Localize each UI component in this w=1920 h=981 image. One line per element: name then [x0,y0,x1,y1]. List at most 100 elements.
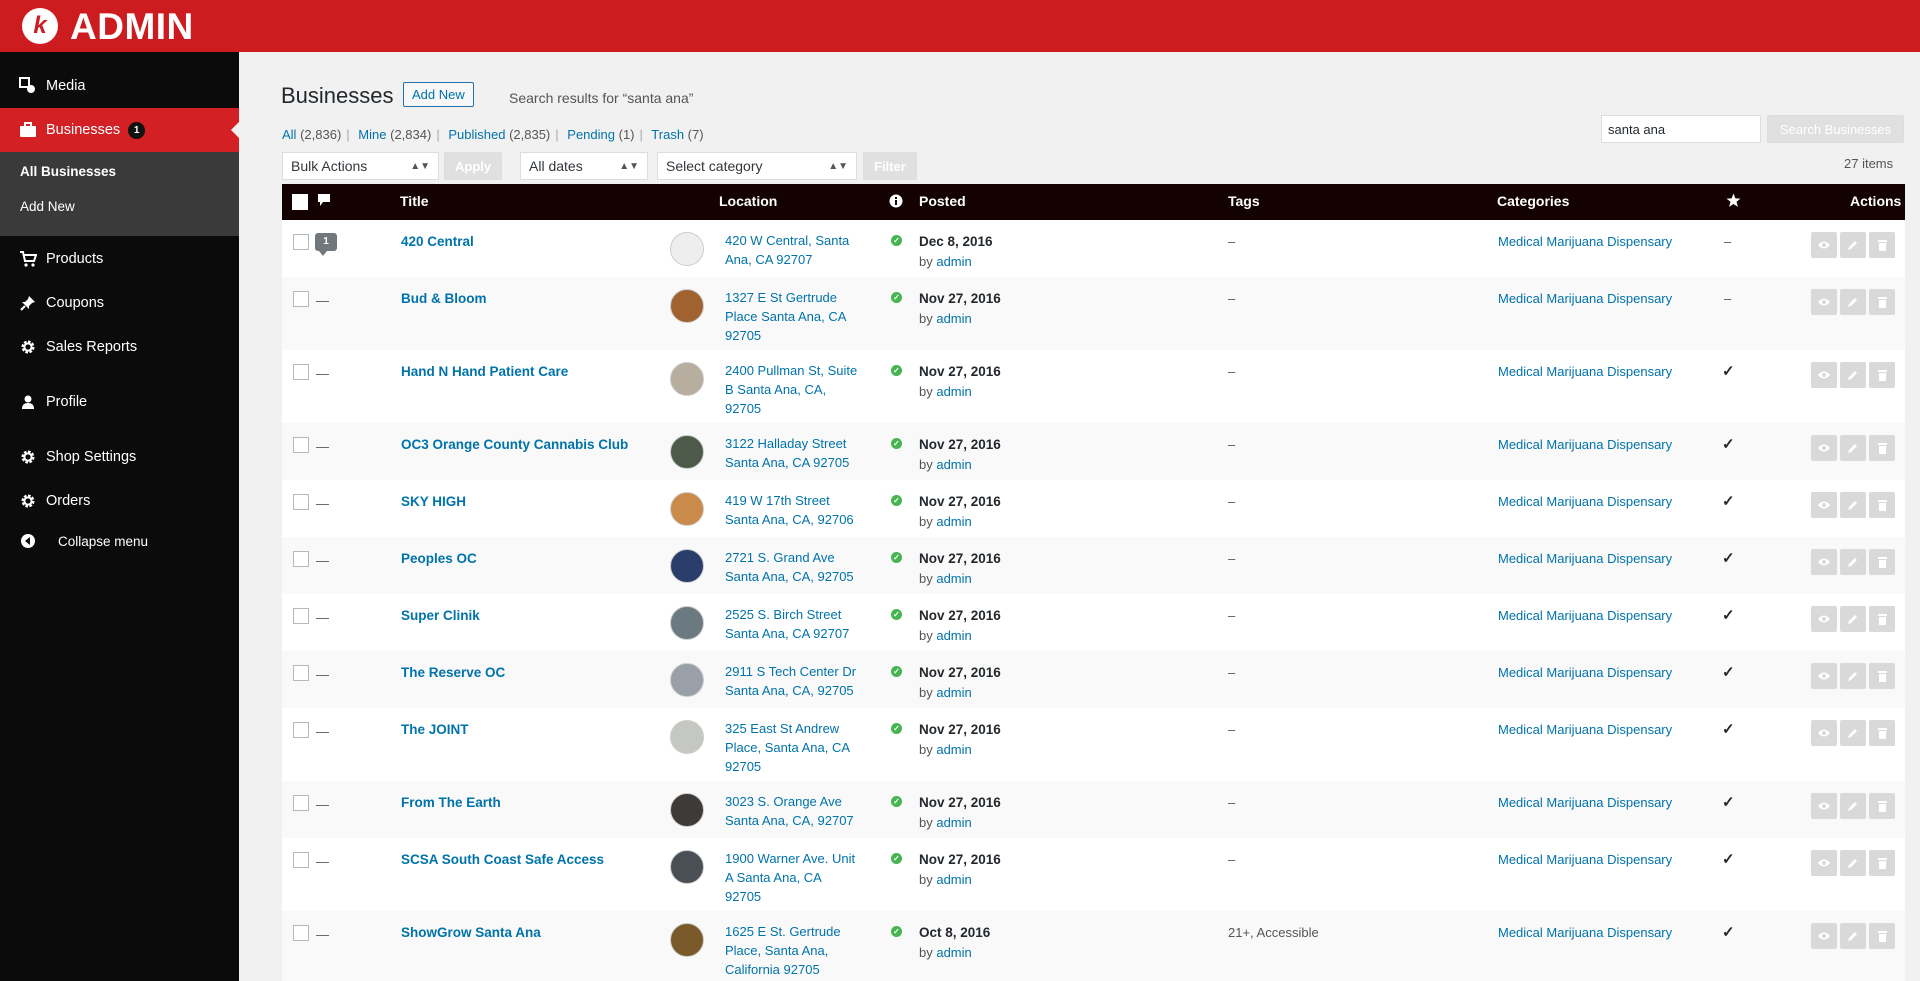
view-trash-link[interactable]: Trash (7) [651,127,703,142]
sidebar-item-products[interactable]: Products [0,237,239,281]
table-row[interactable]: 1 420 Central 420 W Central, Santa Ana, CA … [282,220,1905,277]
category-link[interactable]: Medical Marijuana Dispensary [1498,551,1672,566]
view-eye-icon[interactable] [1811,492,1837,518]
category-link[interactable]: Medical Marijuana Dispensary [1498,234,1672,249]
filter-button[interactable]: Filter [863,152,917,180]
table-row[interactable]: — The Reserve OC 2911 S Tech Center Dr Sant… [282,651,1905,708]
author-link[interactable]: admin [936,742,971,757]
featured-dash[interactable]: – [1724,291,1731,306]
location-link[interactable]: 1625 E St. Gertrude Place, Santa Ana, Cali… [725,922,841,979]
category-link[interactable]: Medical Marijuana Dispensary [1498,925,1672,940]
delete-trash-icon[interactable] [1869,720,1895,746]
delete-trash-icon[interactable] [1869,923,1895,949]
delete-trash-icon[interactable] [1869,232,1895,258]
featured-check-icon[interactable]: ✓ [1722,362,1735,380]
author-link[interactable]: admin [936,514,971,529]
view-eye-icon[interactable] [1811,720,1837,746]
submenu-all-businesses[interactable]: All Businesses [20,164,116,179]
column-location[interactable]: Location [719,193,777,209]
row-checkbox[interactable] [293,494,309,510]
location-link[interactable]: 419 W 17th Street Santa Ana, CA, 92706 [725,491,854,529]
business-title-link[interactable]: Bud & Bloom [401,291,487,306]
table-row[interactable]: — Bud & Bloom 1327 E St Gertrude Place Sant… [282,277,1905,350]
table-row[interactable]: — From The Earth 3023 S. Orange Ave Santa A… [282,781,1905,838]
featured-check-icon[interactable]: ✓ [1722,606,1735,624]
edit-pencil-icon[interactable] [1840,435,1866,461]
view-mine-link[interactable]: Mine (2,834) [358,127,431,142]
delete-trash-icon[interactable] [1869,549,1895,575]
view-all-link[interactable]: All (2,836) [282,127,341,142]
author-link[interactable]: admin [936,628,971,643]
row-checkbox[interactable] [293,234,309,250]
delete-trash-icon[interactable] [1869,492,1895,518]
category-link[interactable]: Medical Marijuana Dispensary [1498,608,1672,623]
sidebar-item-profile[interactable]: Profile [0,380,239,424]
view-published-link[interactable]: Published (2,835) [448,127,550,142]
view-pending-link[interactable]: Pending (1) [567,127,634,142]
row-checkbox[interactable] [293,925,309,941]
table-row[interactable]: — Hand N Hand Patient Care 2400 Pullman St… [282,350,1905,423]
category-link[interactable]: Medical Marijuana Dispensary [1498,494,1672,509]
business-title-link[interactable]: The JOINT [401,722,469,737]
business-title-link[interactable]: Super Clinik [401,608,480,623]
featured-check-icon[interactable]: ✓ [1722,492,1735,510]
column-posted[interactable]: Posted [919,193,966,209]
author-link[interactable]: admin [936,872,971,887]
category-link[interactable]: Medical Marijuana Dispensary [1498,795,1672,810]
business-title-link[interactable]: Peoples OC [401,551,477,566]
featured-check-icon[interactable]: ✓ [1722,793,1735,811]
business-title-link[interactable]: Hand N Hand Patient Care [401,364,568,379]
edit-pencil-icon[interactable] [1840,606,1866,632]
edit-pencil-icon[interactable] [1840,850,1866,876]
featured-dash[interactable]: – [1724,234,1731,249]
business-title-link[interactable]: 420 Central [401,234,474,249]
featured-check-icon[interactable]: ✓ [1722,549,1735,567]
author-link[interactable]: admin [936,311,971,326]
submenu-add-new[interactable]: Add New [20,199,75,214]
business-title-link[interactable]: OC3 Orange County Cannabis Club [401,437,628,452]
sidebar-item-coupons[interactable]: Coupons [0,281,239,325]
view-eye-icon[interactable] [1811,549,1837,575]
comment-count-bubble[interactable]: 1 [315,233,337,256]
delete-trash-icon[interactable] [1869,793,1895,819]
author-link[interactable]: admin [936,457,971,472]
row-checkbox[interactable] [293,291,309,307]
category-link[interactable]: Medical Marijuana Dispensary [1498,852,1672,867]
location-link[interactable]: 2400 Pullman St, Suite B Santa Ana, CA, 92… [725,361,857,418]
sidebar-item-shop-settings[interactable]: Shop Settings [0,435,239,479]
table-row[interactable]: — SCSA South Coast Safe Access 1900 Warner… [282,838,1905,911]
edit-pencil-icon[interactable] [1840,362,1866,388]
collapse-menu-button[interactable]: Collapse menu [0,519,239,563]
dates-select[interactable]: All dates ▲▼ [520,152,648,180]
search-input[interactable] [1601,115,1761,143]
view-eye-icon[interactable] [1811,435,1837,461]
comments-column-icon[interactable] [317,193,331,210]
featured-check-icon[interactable]: ✓ [1722,850,1735,868]
add-new-button[interactable]: Add New [403,82,474,107]
delete-trash-icon[interactable] [1869,606,1895,632]
author-link[interactable]: admin [936,384,971,399]
featured-check-icon[interactable]: ✓ [1722,435,1735,453]
edit-pencil-icon[interactable] [1840,549,1866,575]
edit-pencil-icon[interactable] [1840,492,1866,518]
category-link[interactable]: Medical Marijuana Dispensary [1498,291,1672,306]
row-checkbox[interactable] [293,852,309,868]
sidebar-item-sales-reports[interactable]: Sales Reports [0,325,239,369]
delete-trash-icon[interactable] [1869,362,1895,388]
category-select[interactable]: Select category ▲▼ [657,152,857,180]
table-row[interactable]: — Super Clinik 2525 S. Birch Street Santa A… [282,594,1905,651]
bulk-actions-select[interactable]: Bulk Actions ▲▼ [282,152,439,180]
featured-check-icon[interactable]: ✓ [1722,720,1735,738]
category-link[interactable]: Medical Marijuana Dispensary [1498,437,1672,452]
category-link[interactable]: Medical Marijuana Dispensary [1498,722,1672,737]
business-title-link[interactable]: ShowGrow Santa Ana [401,925,541,940]
table-row[interactable]: — ShowGrow Santa Ana 1625 E St. Gertrude Pl… [282,911,1905,981]
table-row[interactable]: — Peoples OC 2721 S. Grand Ave Santa Ana, C… [282,537,1905,594]
table-row[interactable]: — The JOINT 325 East St Andrew Place, Santa… [282,708,1905,781]
edit-pencil-icon[interactable] [1840,793,1866,819]
view-eye-icon[interactable] [1811,362,1837,388]
row-checkbox[interactable] [293,437,309,453]
category-link[interactable]: Medical Marijuana Dispensary [1498,364,1672,379]
row-checkbox[interactable] [293,364,309,380]
author-link[interactable]: admin [936,815,971,830]
